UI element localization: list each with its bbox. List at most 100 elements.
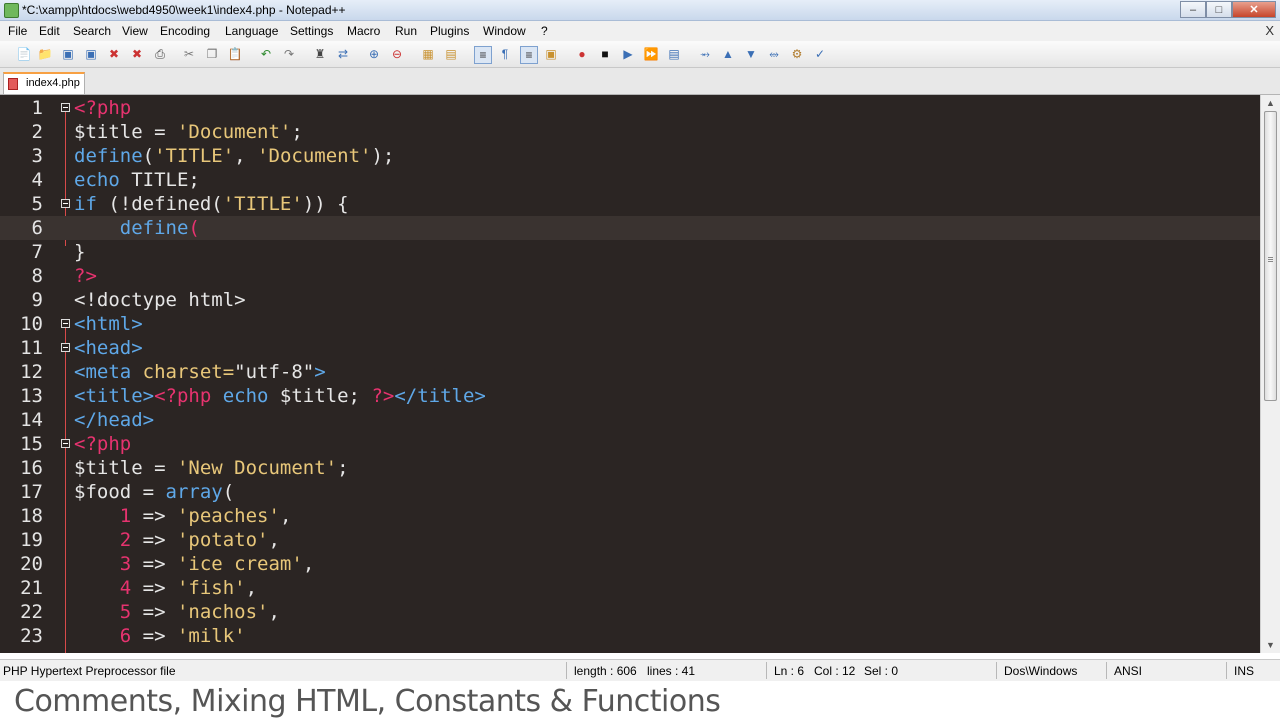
code-editor[interactable]: 1 <?php 2 $title = 'Document'; 3 define('TITL… [0,95,1260,653]
close-file-icon[interactable]: ✖ [106,46,122,62]
code-line[interactable]: 16 $title = 'New Document'; [0,456,1260,480]
arrow-up-icon[interactable]: ▲ [720,46,736,62]
code-line[interactable]: 5 if (!defined('TITLE')) { [0,192,1260,216]
menu-encoding[interactable]: Encoding [160,24,210,38]
code-line[interactable]: 21 4 => 'fish', [0,576,1260,600]
save-icon[interactable]: ▣ [60,46,76,62]
paste-icon[interactable]: 📋 [227,46,243,62]
line-number: 13 [20,385,43,407]
code-line[interactable]: 4 echo TITLE; [0,168,1260,192]
sync-horizontal-icon[interactable]: ▤ [443,46,459,62]
close-all-icon[interactable]: ✖ [129,46,145,62]
code-line[interactable]: 23 6 => 'milk' [0,624,1260,648]
zoom-in-icon[interactable]: ⊕ [366,46,382,62]
menu-bar: File Edit Search View Encoding Language … [0,21,1280,41]
menu-plugins[interactable]: Plugins [430,24,469,38]
redo-icon[interactable]: ↷ [281,46,297,62]
run-macro-multiple-icon[interactable]: ⏩ [643,46,659,62]
code-token: 4 [119,577,132,599]
close-button[interactable]: ✕ [1232,1,1276,18]
undo-icon[interactable]: ↶ [258,46,274,62]
code-line[interactable]: 2 $title = 'Document'; [0,120,1260,144]
code-text: <title><?php echo $title; ?></title> [74,384,486,408]
sync-vertical-icon[interactable]: ▦ [420,46,436,62]
scroll-down-icon[interactable]: ▼ [1265,640,1276,650]
code-line[interactable]: 18 1 => 'peaches', [0,504,1260,528]
menu-help[interactable]: ? [541,24,548,38]
code-line[interactable]: 11 <head> [0,336,1260,360]
code-line[interactable]: 17 $food = array( [0,480,1260,504]
replace-icon[interactable]: ⇄ [335,46,351,62]
menu-view[interactable]: View [122,24,148,38]
maximize-button[interactable]: □ [1206,1,1232,18]
close-document-icon[interactable]: X [1265,23,1274,38]
menu-language[interactable]: Language [225,24,278,38]
code-line[interactable]: 15 <?php [0,432,1260,456]
code-line[interactable]: 22 5 => 'nachos', [0,600,1260,624]
code-token: 'TITLE' [222,193,303,215]
fold-all-icon[interactable]: ⥇ [697,46,713,62]
code-line[interactable]: 6 define( [0,216,1260,240]
minimize-button[interactable]: – [1180,1,1206,18]
open-file-icon[interactable]: 📁 [37,46,53,62]
indent-guide-icon[interactable]: ≡ [520,46,538,64]
line-number: 17 [20,481,43,503]
code-line[interactable]: 7} [0,240,1260,264]
menu-settings[interactable]: Settings [290,24,333,38]
copy-icon[interactable]: ❐ [204,46,220,62]
vertical-scrollbar[interactable]: ▲ ▼ [1260,95,1280,653]
code-token: </title> [394,385,486,407]
window-title: *C:\xampp\htdocs\webd4950\week1\index4.p… [22,3,346,17]
code-line[interactable]: 20 3 => 'ice cream', [0,552,1260,576]
code-line[interactable]: 10 <html> [0,312,1260,336]
code-line[interactable]: 8 ?> [0,264,1260,288]
arrow-down-icon[interactable]: ▼ [743,46,759,62]
status-encoding: ANSI [1114,664,1143,678]
unfold-all-icon[interactable]: ⥈ [766,46,782,62]
show-all-characters-icon[interactable]: ¶ [497,46,513,62]
menu-window[interactable]: Window [483,24,526,38]
code-line[interactable]: 12 <meta charset="utf-8"> [0,360,1260,384]
stop-recording-icon[interactable]: ■ [597,46,613,62]
code-token: 'peaches' [176,505,280,527]
scroll-up-icon[interactable]: ▲ [1265,98,1276,108]
code-line[interactable]: 9 <!doctype html> [0,288,1260,312]
user-defined-language-icon[interactable]: ▣ [543,46,559,62]
plugin-icon[interactable]: ⚙ [789,46,805,62]
code-token: 'TITLE' [154,145,235,167]
menu-search[interactable]: Search [73,24,111,38]
scrollbar-thumb[interactable] [1264,111,1277,401]
zoom-out-icon[interactable]: ⊖ [389,46,405,62]
cut-icon[interactable]: ✂ [181,46,197,62]
new-file-icon[interactable]: 📄 [16,46,32,62]
tab-index4-php[interactable]: index4.php [3,72,85,94]
line-number: 12 [20,361,43,383]
window-controls: – □ ✕ [1180,1,1276,18]
save-all-icon[interactable]: ▣ [83,46,99,62]
code-token: 'ice cream' [176,553,303,575]
spell-check-icon[interactable]: ✓ [812,46,828,62]
find-icon[interactable]: ♜ [312,46,328,62]
code-token: if [74,193,97,215]
menu-edit[interactable]: Edit [39,24,60,38]
code-text: <?php [74,432,131,456]
code-line[interactable]: 19 2 => 'potato', [0,528,1260,552]
code-line[interactable]: 14 </head> [0,408,1260,432]
print-icon[interactable]: ⎙ [152,46,168,62]
code-token: 5 [119,601,132,623]
code-line[interactable]: 3 define('TITLE', 'Document'); [0,144,1260,168]
menu-run[interactable]: Run [395,24,417,38]
line-number: 19 [20,529,43,551]
word-wrap-icon[interactable]: ≡ [474,46,492,64]
code-line[interactable]: 13 <title><?php echo $title; ?></title> [0,384,1260,408]
code-line[interactable]: 1 <?php [0,96,1260,120]
menu-file[interactable]: File [8,24,27,38]
playback-macro-icon[interactable]: ▶ [620,46,636,62]
code-token: => [131,601,177,623]
record-macro-icon[interactable]: ● [574,46,590,62]
menu-macro[interactable]: Macro [347,24,380,38]
save-macro-icon[interactable]: ▤ [666,46,682,62]
